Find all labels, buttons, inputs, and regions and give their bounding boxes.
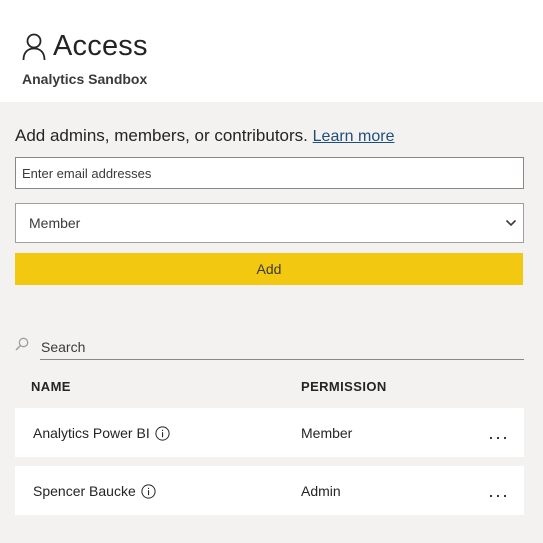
search-box xyxy=(15,334,524,360)
member-name: Spencer Baucke xyxy=(33,483,156,499)
email-field[interactable] xyxy=(15,157,524,189)
title-row: Access xyxy=(22,30,148,63)
add-button[interactable]: Add xyxy=(15,253,523,285)
chevron-down-icon xyxy=(505,219,517,227)
role-dropdown[interactable]: Member xyxy=(15,203,524,243)
info-icon[interactable] xyxy=(155,425,170,441)
member-name-text: Spencer Baucke xyxy=(33,483,136,499)
role-dropdown-value: Member xyxy=(29,215,81,231)
table-row: Spencer Baucke Admin xyxy=(15,466,524,515)
access-panel: Add admins, members, or contributors. Le… xyxy=(0,102,543,543)
member-permission: Admin xyxy=(301,483,341,499)
member-name: Analytics Power BI xyxy=(33,425,170,441)
page-header: Access Analytics Sandbox xyxy=(0,0,543,102)
more-options-icon[interactable] xyxy=(489,424,507,442)
more-options-icon[interactable] xyxy=(489,482,507,500)
learn-more-link[interactable]: Learn more xyxy=(313,128,395,145)
search-icon xyxy=(15,337,29,351)
workspace-name: Analytics Sandbox xyxy=(22,71,148,87)
member-permission: Member xyxy=(301,425,353,441)
add-prompt: Add admins, members, or contributors. Le… xyxy=(15,126,394,146)
column-header-name: NAME xyxy=(31,379,71,394)
page-title: Access xyxy=(53,30,148,62)
member-name-text: Analytics Power BI xyxy=(33,425,150,441)
search-input[interactable] xyxy=(40,334,524,360)
table-row: Analytics Power BI Member xyxy=(15,408,524,457)
add-prompt-text: Add admins, members, or contributors. xyxy=(15,126,308,145)
info-icon[interactable] xyxy=(141,483,156,499)
person-icon xyxy=(22,33,46,60)
column-header-permission: PERMISSION xyxy=(301,379,387,394)
